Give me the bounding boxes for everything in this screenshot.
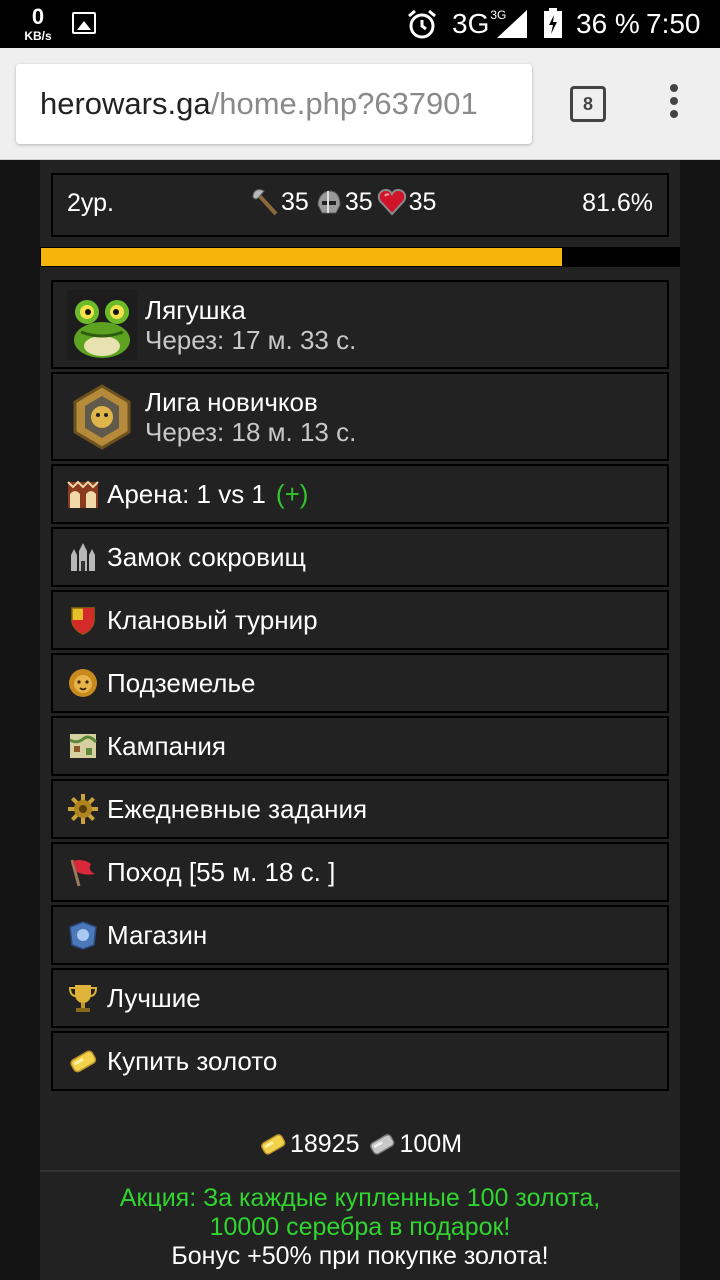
promo-banner: Акция: За каждые купленные 100 золота, 1… bbox=[40, 1184, 680, 1271]
menu-item-campaign[interactable]: Кампания bbox=[51, 716, 669, 776]
alarm-icon bbox=[408, 9, 436, 39]
league-timer: Через: 18 м. 13 с. bbox=[145, 416, 357, 447]
health-value: 35 bbox=[408, 187, 437, 216]
menu-item-frog[interactable]: Лягушка Через: 17 м. 33 с. bbox=[51, 280, 669, 369]
league-title: Лига новичков bbox=[145, 386, 318, 417]
menu-item-best[interactable]: Лучшие bbox=[51, 968, 669, 1028]
status-bar: 0 KB/s 3G3G 36 % 7:50 bbox=[0, 0, 720, 48]
experience-fill bbox=[41, 248, 562, 266]
clan-shield-icon bbox=[67, 604, 99, 636]
menu-item-castle[interactable]: Замок сокровищ bbox=[51, 527, 669, 587]
gear-icon bbox=[67, 793, 99, 825]
network-speed: 0 KB/s bbox=[18, 4, 58, 43]
menu-item-daily[interactable]: Ежедневные задания bbox=[51, 779, 669, 839]
castle-label: Замок сокровищ bbox=[107, 541, 306, 572]
menu-item-shop[interactable]: Магазин bbox=[51, 905, 669, 965]
promo-line-3: Бонус +50% при покупке золота! bbox=[171, 1242, 549, 1270]
image-icon bbox=[72, 12, 96, 34]
menu-item-buy-gold[interactable]: Купить золото bbox=[51, 1031, 669, 1091]
clock: 7:50 bbox=[646, 8, 701, 39]
experience-bar bbox=[40, 247, 680, 267]
game-panel: 2ур. 35 35 35 81.6% Лягушка Через: 17 м.… bbox=[40, 160, 680, 1280]
battery-icon bbox=[544, 8, 562, 38]
buy-gold-label: Купить золото bbox=[107, 1045, 278, 1076]
player-level: 2ур. bbox=[67, 189, 114, 217]
main-menu: Лягушка Через: 17 м. 33 с. Лига новичков… bbox=[51, 280, 669, 1094]
axe-icon bbox=[252, 189, 278, 216]
defense-value: 35 bbox=[344, 187, 373, 216]
map-icon bbox=[67, 730, 99, 762]
best-label: Лучшие bbox=[107, 982, 201, 1013]
helmet-icon bbox=[317, 190, 341, 214]
frog-timer: Через: 17 м. 33 с. bbox=[145, 324, 357, 355]
network-label: 3G bbox=[452, 8, 490, 39]
gold-value: 18925 bbox=[289, 1129, 360, 1158]
arena-plus[interactable]: (+) bbox=[276, 479, 309, 510]
page: 2ур. 35 35 35 81.6% Лягушка Через: 17 м.… bbox=[0, 160, 720, 1280]
lion-icon bbox=[67, 667, 99, 699]
player-stats: 2ур. 35 35 35 81.6% bbox=[51, 173, 669, 237]
march-label: Поход [55 м. 18 с. ] bbox=[107, 856, 336, 887]
arena-label: Арена: 1 vs 1 bbox=[107, 478, 266, 509]
gold-icon bbox=[67, 1045, 99, 1077]
shop-label: Магазин bbox=[107, 919, 208, 950]
attack-value: 35 bbox=[281, 187, 309, 216]
url-path: /home.php?637901 bbox=[210, 86, 478, 121]
frog-title: Лягушка bbox=[145, 294, 246, 325]
silver-value: 100M bbox=[399, 1129, 463, 1158]
url-host: herowars.ga bbox=[40, 86, 211, 121]
defense-stat: 35 bbox=[313, 187, 373, 217]
daily-label: Ежедневные задания bbox=[107, 793, 368, 824]
dungeon-label: Подземелье bbox=[107, 667, 256, 698]
menu-item-march[interactable]: Поход [55 м. 18 с. ] bbox=[51, 842, 669, 902]
promo-line-1: Акция: За каждые купленные 100 золота, bbox=[119, 1184, 601, 1212]
browser-toolbar: herowars.ga/home.php?637901 8 bbox=[0, 48, 720, 160]
gold-icon bbox=[261, 1134, 286, 1155]
menu-item-league[interactable]: Лига новичков Через: 18 м. 13 с. bbox=[51, 372, 669, 461]
campaign-label: Кампания bbox=[107, 730, 226, 761]
shop-icon bbox=[67, 919, 99, 951]
castle-icon bbox=[67, 541, 99, 573]
silver-balance: 100M bbox=[367, 1129, 462, 1159]
flag-icon bbox=[67, 856, 99, 888]
battery-percent: 36 % bbox=[576, 8, 640, 39]
health-stat: 35 bbox=[377, 187, 437, 217]
signal-icon bbox=[497, 10, 527, 38]
tabs-icon[interactable]: 8 bbox=[570, 86, 606, 122]
menu-icon[interactable] bbox=[664, 84, 684, 124]
frog-icon bbox=[67, 289, 137, 360]
progress-percent: 81.6% bbox=[582, 189, 653, 217]
menu-item-arena[interactable]: Арена: 1 vs 1 (+) bbox=[51, 464, 669, 524]
league-badge-icon bbox=[67, 381, 137, 452]
net-speed-value: 0 bbox=[31, 4, 45, 29]
heart-icon bbox=[377, 188, 406, 216]
gold-balance: 18925 bbox=[258, 1129, 360, 1159]
trophy-icon bbox=[67, 982, 99, 1014]
attack-stat: 35 bbox=[249, 187, 309, 217]
stat-group: 35 35 35 bbox=[249, 187, 440, 217]
net-speed-unit: KB/s bbox=[24, 29, 52, 43]
menu-item-dungeon[interactable]: Подземелье bbox=[51, 653, 669, 713]
currency-bar: 18925 100M bbox=[40, 1118, 680, 1172]
silver-icon bbox=[370, 1134, 395, 1155]
promo-line-2: 10000 серебра в подарок! bbox=[209, 1213, 511, 1241]
clan-tournament-label: Клановый турнир bbox=[107, 604, 318, 635]
url-bar[interactable]: herowars.ga/home.php?637901 bbox=[16, 64, 532, 144]
arena-icon bbox=[67, 478, 99, 510]
menu-item-clan-tournament[interactable]: Клановый турнир bbox=[51, 590, 669, 650]
